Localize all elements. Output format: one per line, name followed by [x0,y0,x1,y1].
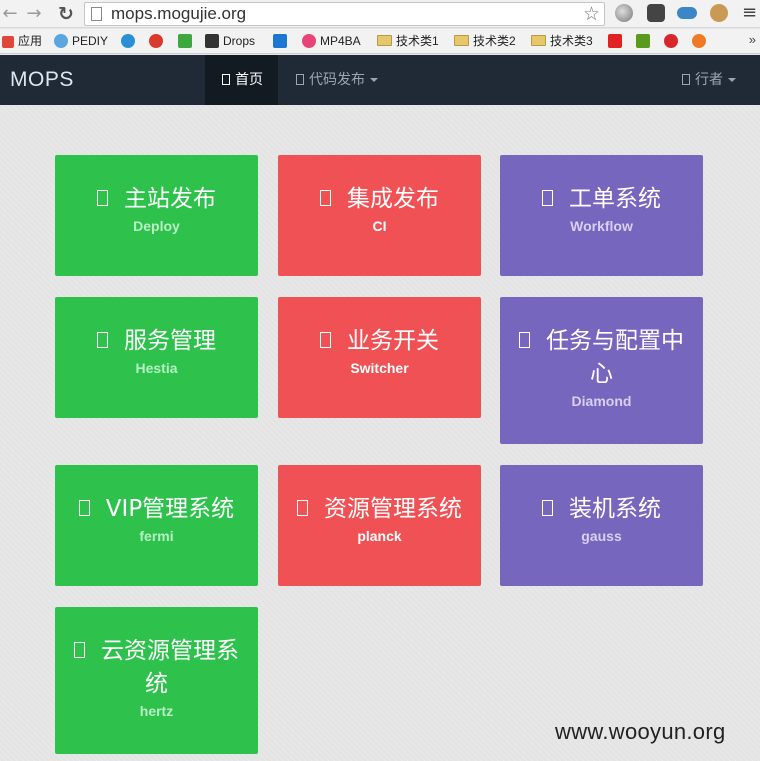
weibo-icon [149,34,163,48]
bookmark-mp4ba[interactable]: MP4BA [302,33,361,50]
chevron-down-icon [728,78,736,82]
ip-icon [121,34,135,48]
tile-ci[interactable]: 集成发布 CI [278,155,481,276]
cookie-extension-icon[interactable] [710,4,728,22]
mp4ba-icon [302,34,316,48]
bookmark-folder-tech3[interactable]: 技术类3 [531,33,593,50]
bookmark-iqiyi[interactable] [636,33,654,50]
app-navbar: MOPS 首页 代码发布 行者 [0,55,760,105]
bookmark-zhihu[interactable] [273,33,291,50]
brand-logo[interactable]: MOPS [10,68,74,92]
folder-icon [454,35,469,46]
play-icon [664,34,678,48]
drops-icon [205,34,219,48]
tile-workflow[interactable]: 工单系统 Workflow [500,155,703,276]
bookmark-weibo[interactable] [149,33,167,50]
toggle-icon [320,332,331,348]
iqiyi-icon [636,34,650,48]
tile-switcher[interactable]: 业务开关 Switcher [278,297,481,418]
user-icon [682,74,690,85]
bookmark-star-icon[interactable]: ☆ [583,3,600,25]
bookmark-video[interactable] [664,33,682,50]
bookmarks-bar: 应用 PEDIY Drops MP4BA 技术类1 技术类2 技术类3 » [0,29,760,54]
config-icon [519,332,530,348]
bookmark-pediy[interactable]: PEDIY [54,33,108,50]
browser-menu-icon[interactable]: ≡ [742,2,757,23]
nav-home[interactable]: 首页 [205,55,278,105]
bookmark-f[interactable] [178,33,196,50]
ticket-icon [542,190,553,206]
tile-fermi[interactable]: VIP管理系统 fermi [55,465,258,586]
bookmark-apps[interactable]: 应用 [2,33,42,50]
folder-icon [531,35,546,46]
zhihu-icon [273,34,287,48]
tile-hestia[interactable]: 服务管理 Hestia [55,297,258,418]
le-logo-icon [608,34,622,48]
code-icon [296,74,304,85]
page-icon [91,7,102,21]
tile-gauss[interactable]: 装机系统 gauss [500,465,703,586]
bookmark-drops[interactable]: Drops [205,33,255,50]
tile-hertz[interactable]: 云资源管理系统 hertz [55,607,258,754]
nav-code-deploy-dropdown[interactable]: 代码发布 [280,55,394,105]
url-text[interactable]: mops.mogujie.org [111,4,246,24]
integration-icon [320,190,331,206]
apps-grid-icon [2,36,14,48]
bookmark-le[interactable] [608,33,626,50]
chevron-down-icon [370,78,378,82]
watermark: www.wooyun.org [555,719,726,744]
rocket-icon [97,190,108,206]
cloud-extension-icon[interactable] [677,7,697,19]
home-icon [222,74,230,85]
smile-icon [692,34,706,48]
service-icon [97,332,108,348]
browser-toolbar: ← → ↻ mops.mogujie.org ☆ ≡ [0,0,760,28]
cloud-icon [74,642,85,658]
tile-planck[interactable]: 资源管理系统 planck [278,465,481,586]
bookmark-smile[interactable] [692,33,710,50]
server-icon [542,500,553,516]
bookmark-ip[interactable] [121,33,139,50]
globe-extension-icon[interactable] [615,4,633,22]
folder-icon [377,35,392,46]
gear-extension-icon[interactable] [647,4,665,22]
resource-icon [297,500,308,516]
reload-icon[interactable]: ↻ [56,3,76,25]
nav-user-dropdown[interactable]: 行者 [666,55,752,105]
snowflake-icon [54,34,68,48]
bookmark-folder-tech2[interactable]: 技术类2 [454,33,516,50]
back-arrow-icon[interactable]: ← [0,3,20,25]
address-bar[interactable]: mops.mogujie.org ☆ [84,2,605,26]
forward-arrow-icon[interactable]: → [24,3,44,25]
bookmark-folder-tech1[interactable]: 技术类1 [377,33,439,50]
dashboard-content: 主站发布 Deploy 集成发布 CI 工单系统 Workflow 服务管理 H… [0,105,760,761]
f-logo-icon [178,34,192,48]
vip-icon [78,500,90,516]
tile-diamond[interactable]: 任务与配置中心 Diamond [500,297,703,444]
bookmarks-more-icon[interactable]: » [749,32,756,47]
tile-deploy[interactable]: 主站发布 Deploy [55,155,258,276]
